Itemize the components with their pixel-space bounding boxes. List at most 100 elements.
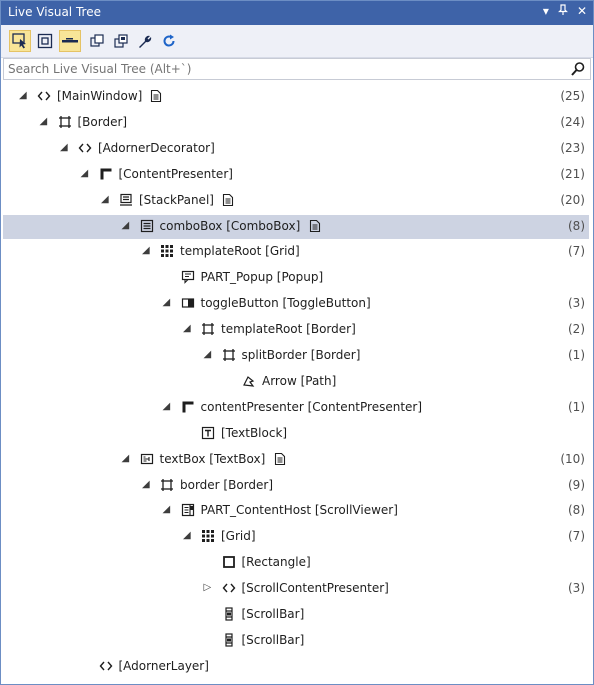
- tree-node-label: [StackPanel]: [139, 192, 214, 207]
- tree-node-label: splitBorder [Border]: [241, 348, 361, 362]
- tree-node-label: [ScrollBar]: [241, 607, 305, 621]
- angle-brackets-icon: [222, 581, 236, 595]
- refresh-icon: [163, 34, 175, 47]
- descendant-count: (24): [560, 114, 585, 129]
- tree-node-label: [MainWindow]: [57, 89, 143, 103]
- tree-node-label: [AdornerLayer]: [118, 658, 209, 673]
- descendant-count: (1): [568, 399, 585, 414]
- tree-node-label: comboBox [ComboBox]: [159, 218, 301, 233]
- tree-node-label: Arrow [Path]: [262, 373, 337, 388]
- collapse-icon[interactable]: ◢: [163, 401, 173, 413]
- scrollbar-icon: [222, 607, 236, 621]
- descendant-count: (7): [568, 244, 585, 259]
- descendant-count: (8): [568, 218, 585, 233]
- search-input[interactable]: [8, 61, 568, 77]
- visual-tree: ◢ [MainWindow] (25) ◢ [Border] (24) ◢ [AdornerD…: [1, 85, 593, 685]
- tree-node-label: [ScrollBar]: [241, 632, 305, 647]
- tree-row[interactable]: [AdornerLayer]: [3, 655, 589, 679]
- tree-row[interactable]: ◢ [Border] (24): [3, 111, 589, 135]
- tree-row[interactable]: ◢ templateRoot [Grid] (7): [3, 240, 589, 264]
- collapse-icon[interactable]: ◢: [183, 323, 193, 335]
- tree-row[interactable]: ◢ PART_ContentHost [ScrollViewer] (8): [3, 499, 589, 523]
- descendant-count: (3): [568, 296, 585, 311]
- rectangle-icon: [222, 555, 236, 569]
- close-icon[interactable]: ✕: [577, 4, 587, 19]
- angle-brackets-icon: [78, 141, 92, 155]
- dropdown-icon[interactable]: ▾: [543, 4, 549, 19]
- collapse-icon[interactable]: ◢: [81, 168, 91, 180]
- search-icon[interactable]: [570, 61, 586, 77]
- tree-row[interactable]: ◢ textBox [TextBox] (10): [3, 448, 589, 472]
- show-just-my-xaml-icon: [90, 34, 104, 47]
- tree-row[interactable]: [ScrollBar]: [3, 629, 589, 653]
- tree-node-label: border [Border]: [180, 477, 274, 492]
- collapse-icon[interactable]: ◢: [122, 220, 132, 232]
- go-to-source-icon[interactable]: [274, 452, 286, 466]
- collapse-icon[interactable]: ◢: [19, 90, 29, 102]
- tree-row[interactable]: ◢ templateRoot [Border] (2): [3, 318, 589, 342]
- angle-brackets-icon: [37, 89, 51, 103]
- tree-row[interactable]: ◢ splitBorder [Border] (1): [3, 344, 589, 368]
- tree-node-label: contentPresenter [ContentPresenter]: [200, 399, 423, 414]
- tree-node-label: PART_ContentHost [ScrollViewer]: [200, 503, 398, 518]
- tree-row[interactable]: [Rectangle]: [3, 551, 589, 575]
- descendant-count: (23): [560, 140, 585, 155]
- select-element-icon: [12, 33, 26, 49]
- collapse-icon[interactable]: ◢: [163, 504, 173, 516]
- scrollviewer-icon: [181, 503, 195, 517]
- expand-icon[interactable]: ▷: [204, 582, 214, 594]
- collapse-icon[interactable]: ◢: [101, 194, 111, 206]
- select-element-button[interactable]: [9, 30, 31, 52]
- tree-row[interactable]: [TextBlock]: [3, 422, 589, 446]
- tree-row[interactable]: ◢ contentPresenter [ContentPresenter] (1): [3, 396, 589, 420]
- tree-row[interactable]: ◢ [MainWindow] (25): [3, 85, 589, 109]
- toolbar: [1, 25, 593, 58]
- collapse-icon[interactable]: ◢: [60, 142, 70, 154]
- tree-node-label: [Border]: [77, 114, 128, 129]
- search-box: [3, 58, 591, 80]
- collapse-icon[interactable]: ◢: [142, 479, 152, 491]
- collapse-icon[interactable]: ◢: [204, 349, 214, 361]
- track-focus-icon: [62, 38, 78, 43]
- collapse-icon[interactable]: ◢: [163, 297, 173, 309]
- display-adorners-button[interactable]: [34, 30, 56, 52]
- tree-row[interactable]: Arrow [Path]: [3, 370, 589, 394]
- tree-node-label: [ContentPresenter]: [118, 166, 233, 181]
- collapse-icon[interactable]: ◢: [183, 530, 193, 542]
- tree-row[interactable]: ◢ [Grid] (7): [3, 525, 589, 549]
- tree-node-label: [Grid]: [221, 529, 256, 544]
- collapse-icon[interactable]: ◢: [142, 245, 152, 257]
- content-presenter-icon: [181, 400, 195, 414]
- tree-row[interactable]: [ScrollBar]: [3, 603, 589, 627]
- angle-brackets-icon: [99, 659, 113, 673]
- content-presenter-icon: [99, 167, 113, 181]
- textblock-icon: [201, 426, 215, 440]
- refresh-button[interactable]: [158, 30, 180, 52]
- descendant-count: (3): [568, 581, 585, 596]
- tree-row[interactable]: ◢ border [Border] (9): [3, 474, 589, 498]
- preview-selection-button[interactable]: [110, 30, 132, 52]
- descendant-count: (20): [560, 192, 585, 207]
- tree-row[interactable]: ◢ comboBox [ComboBox] (8): [3, 214, 589, 239]
- track-focus-button[interactable]: [59, 30, 81, 52]
- tree-row[interactable]: ◢ [ContentPresenter] (21): [3, 163, 589, 187]
- go-to-source-icon[interactable]: [150, 89, 162, 103]
- border-icon: [222, 348, 236, 362]
- tree-row[interactable]: ◢ [AdornerDecorator] (23): [3, 137, 589, 161]
- live-visual-tree-window: Live Visual Tree ▾ ✕ Search Live Visual …: [0, 0, 594, 685]
- properties-button[interactable]: [134, 30, 156, 52]
- go-to-source-icon[interactable]: [309, 219, 321, 233]
- show-just-my-xaml-button[interactable]: [86, 30, 108, 52]
- tree-node-label: [TextBlock]: [221, 425, 288, 440]
- collapse-icon[interactable]: ◢: [122, 453, 132, 465]
- pin-icon[interactable]: [557, 4, 568, 19]
- tree-row[interactable]: ▷ [ScrollContentPresenter] (3): [3, 577, 589, 601]
- go-to-source-icon[interactable]: [222, 193, 234, 207]
- popup-icon: [181, 270, 195, 285]
- textbox-icon: [140, 452, 154, 466]
- tree-row[interactable]: PART_Popup [Popup]: [3, 266, 589, 290]
- collapse-icon[interactable]: ◢: [40, 116, 50, 128]
- tree-row[interactable]: ◢ [StackPanel] (20): [3, 189, 589, 213]
- descendant-count: (9): [568, 477, 585, 492]
- tree-row[interactable]: ◢ toggleButton [ToggleButton] (3): [3, 292, 589, 316]
